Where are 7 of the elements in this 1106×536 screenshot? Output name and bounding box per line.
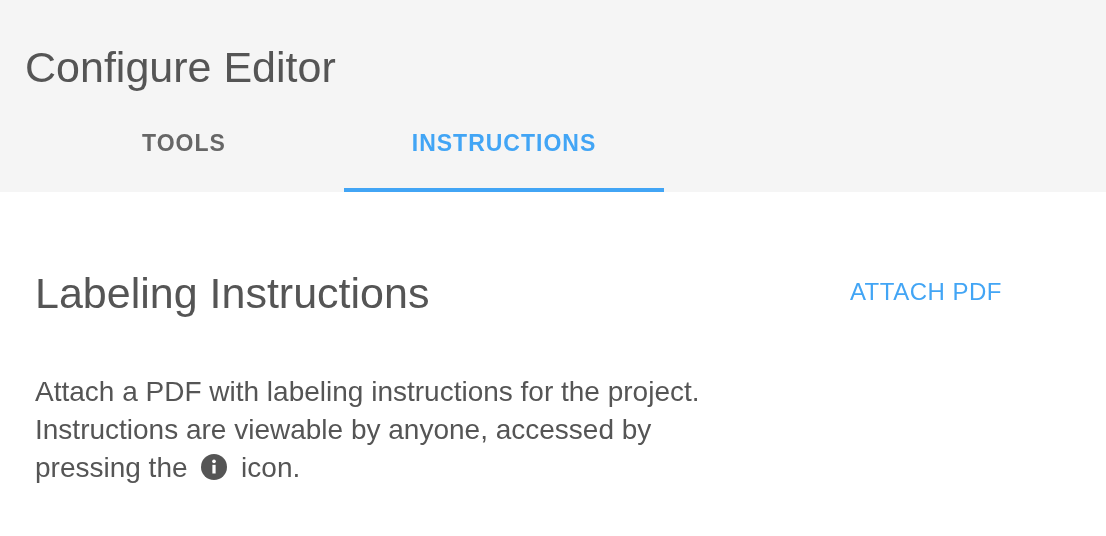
- section-heading: Labeling Instructions: [35, 272, 430, 315]
- instructions-text: Attach a PDF with labeling instructions for the project. Instructions are viewable by anyone, accessed by pressing the icon.: [35, 375, 701, 485]
- tab[interactable]: TOOLS: [24, 104, 344, 192]
- info-icon: [201, 454, 228, 480]
- tab[interactable]: INSTRUCTIONS: [344, 104, 664, 192]
- page-title: Configure Editor: [25, 46, 336, 89]
- attach-pdf-button[interactable]: ATTACH PDF: [849, 280, 1002, 304]
